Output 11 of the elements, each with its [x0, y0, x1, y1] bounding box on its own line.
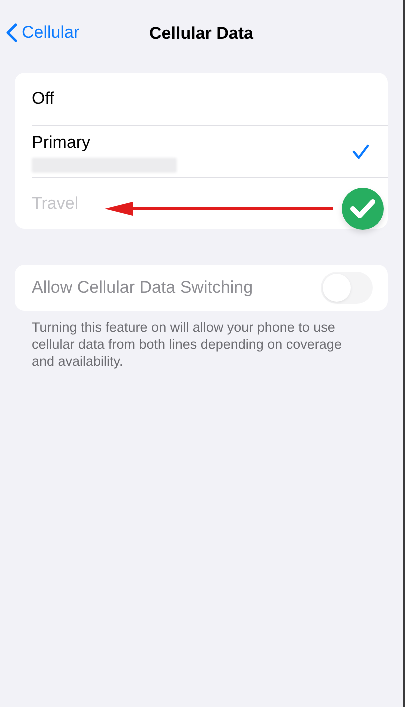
page-title: Cellular Data [150, 23, 254, 45]
option-label: Primary [32, 132, 92, 154]
footer-note: Turning this feature on will allow your phone to use cellular data from both lines depending on coverage and availability. [32, 319, 343, 370]
checkmark-icon [352, 144, 370, 160]
option-row[interactable]: Primary [32, 125, 388, 177]
option-row[interactable]: Off [32, 73, 388, 125]
back-button[interactable]: Cellular [6, 20, 80, 46]
option-label: Travel [32, 192, 79, 215]
option-label: Off [32, 88, 54, 110]
chevron-left-icon [6, 22, 18, 43]
switching-label: Allow Cellular Data Switching [32, 277, 254, 300]
